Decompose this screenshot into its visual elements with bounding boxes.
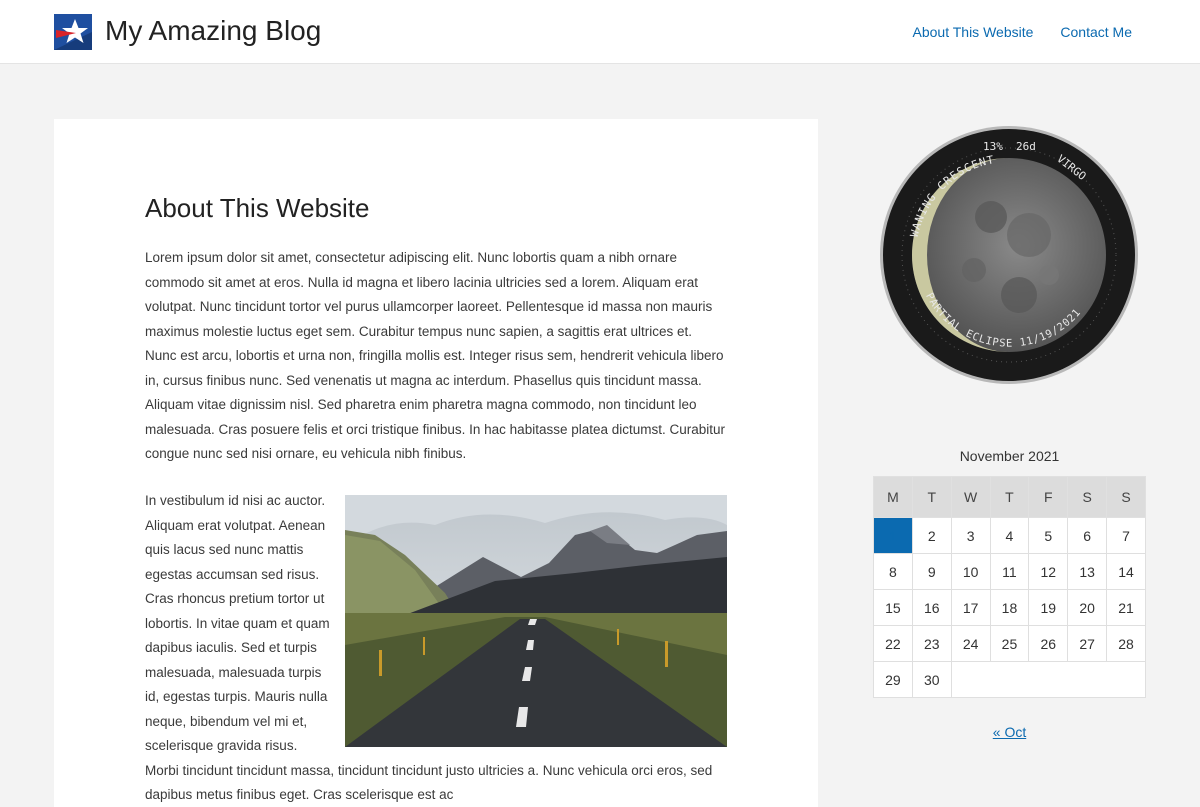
road-mountain-image (345, 495, 727, 747)
calendar-day: 4 (989, 517, 1030, 554)
calendar-day: 25 (989, 625, 1030, 662)
weekday-header: W (950, 476, 991, 518)
weekday-header: F (1028, 476, 1069, 518)
post-title: About This Website (145, 193, 370, 223)
weekday-header: S (1106, 476, 1146, 518)
calendar-day: 17 (950, 589, 991, 626)
calendar-day: 22 (873, 625, 913, 662)
calendar-day: 7 (1106, 517, 1146, 554)
nav-about-link[interactable]: About This Website (913, 24, 1034, 40)
calendar-day: 18 (989, 589, 1030, 626)
moon-phase-widget: WANING CRESCENT 13% 26d VIRGO PARTIAL EC… (879, 125, 1139, 385)
calendar-day: 9 (911, 553, 952, 590)
calendar-week-row: 1 2 3 4 5 6 7 (873, 517, 1146, 554)
calendar-day-today[interactable]: 1 (873, 517, 913, 554)
calendar-day: 16 (911, 589, 952, 626)
site-logo[interactable] (54, 14, 92, 50)
calendar-day: 2 (911, 517, 952, 554)
weekday-header: T (989, 476, 1030, 518)
post-paragraph-2-wrap: In vestibulum id nisi ac auctor. Aliquam… (145, 489, 727, 807)
nav-contact-link[interactable]: Contact Me (1060, 24, 1132, 40)
calendar-day: 10 (950, 553, 991, 590)
calendar-day: 5 (1028, 517, 1069, 554)
primary-nav: About This Website Contact Me (886, 24, 1132, 40)
calendar-day: 23 (911, 625, 952, 662)
calendar-day: 19 (1028, 589, 1069, 626)
moon-illumination: 13% (983, 140, 1003, 153)
calendar-empty-cell (950, 661, 1147, 698)
calendar-week-row: 15 16 17 18 19 20 21 (873, 589, 1146, 626)
calendar-nav: « Oct (873, 724, 1146, 740)
weekday-header: T (911, 476, 952, 518)
calendar-day: 21 (1106, 589, 1146, 626)
calendar-widget: M T W T F S S 1 2 3 4 5 6 7 8 9 10 11 12… (873, 476, 1147, 698)
moon-age: 26d (1016, 140, 1036, 153)
calendar-day: 20 (1067, 589, 1108, 626)
calendar-day: 8 (873, 553, 913, 590)
calendar-day: 29 (873, 661, 913, 698)
calendar-day: 13 (1067, 553, 1108, 590)
calendar-caption: November 2021 (959, 448, 1060, 464)
calendar-day: 12 (1028, 553, 1069, 590)
calendar-day: 3 (950, 517, 991, 554)
weekday-header: M (873, 476, 913, 518)
post-paragraph-1: Lorem ipsum dolor sit amet, consectetur … (145, 250, 726, 461)
calendar-day: 26 (1028, 625, 1069, 662)
calendar-weekday-row: M T W T F S S (873, 476, 1146, 518)
calendar-day: 27 (1067, 625, 1108, 662)
site-title[interactable]: My Amazing Blog (105, 15, 321, 47)
calendar-day: 15 (873, 589, 913, 626)
calendar-day: 11 (989, 553, 1030, 590)
calendar-week-row: 22 23 24 25 26 27 28 (873, 625, 1146, 662)
calendar-day: 28 (1106, 625, 1146, 662)
main-content: About This Website Lorem ipsum dolor sit… (54, 119, 818, 807)
calendar-day: 30 (911, 661, 952, 698)
calendar-prev-month-link[interactable]: « Oct (993, 724, 1026, 740)
calendar-week-row: 29 30 (873, 661, 1147, 698)
calendar-week-row: 8 9 10 11 12 13 14 (873, 553, 1146, 590)
calendar-day: 6 (1067, 517, 1108, 554)
calendar-day: 24 (950, 625, 991, 662)
site-header: My Amazing Blog About This Website Conta… (0, 0, 1200, 64)
weekday-header: S (1067, 476, 1108, 518)
calendar-day: 14 (1106, 553, 1146, 590)
